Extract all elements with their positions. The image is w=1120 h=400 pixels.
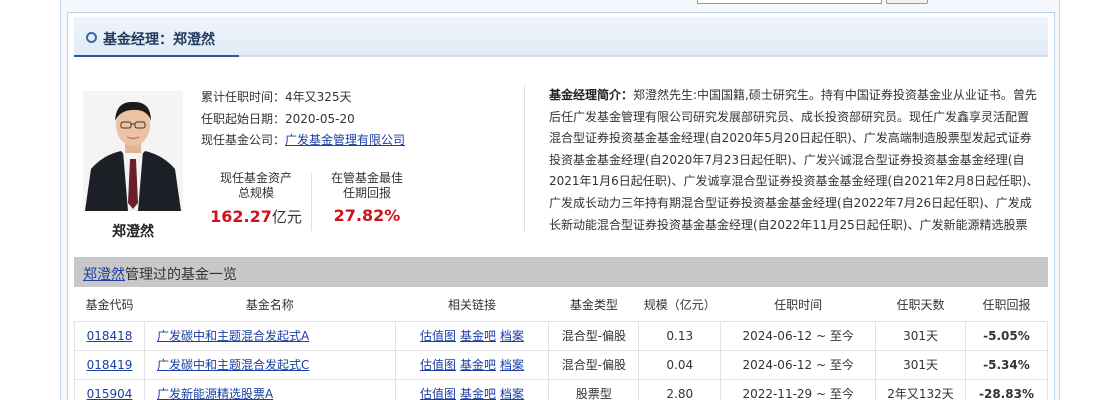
fund-days-cell: 301天 [875,320,966,351]
fund-forum-link[interactable]: 基金吧 [460,358,496,372]
search-input[interactable] [697,0,882,4]
start-date-line: 任职起始日期：2020-05-20 [201,110,355,127]
total-assets-unit: 亿元 [271,208,302,226]
manager-photo [83,91,183,211]
fund-code-cell: 015904 [74,378,145,400]
col-header-type: 基金类型 [548,289,639,322]
fund-links-cell: 估值图 基金吧 档案 [394,378,550,400]
company-link[interactable]: 广发基金管理有限公司 [285,133,405,147]
panel-header: 基金经理：郑澄然 [74,17,1048,57]
fund-name-cell: 广发新能源精选股票A [143,378,396,400]
fund-links-cell: 估值图 基金吧 档案 [394,349,550,380]
col-header-days: 任职天数 [875,289,966,322]
col-header-period: 任职时间 [720,289,876,322]
fund-days-cell: 301天 [875,349,966,380]
fund-archive-link[interactable]: 档案 [500,329,524,343]
fund-period-cell: 2024-06-12 ~ 至今 [720,349,877,380]
col-header-return: 任职回报 [965,289,1048,322]
circle-bullet-icon [86,32,97,43]
fund-type-cell: 股票型 [548,378,640,400]
fund-list-title: 郑澄然管理过的基金一览 [83,264,237,284]
valuation-chart-link[interactable]: 估值图 [420,329,456,343]
fund-size-cell: 0.04 [638,349,722,380]
fund-period-cell: 2024-06-12 ~ 至今 [720,320,877,351]
best-return-label-2: 任期回报 [342,186,391,200]
col-header-links: 相关链接 [395,289,549,322]
fund-name-link[interactable]: 广发新能源精选股票A [157,387,273,400]
manager-name: 郑澄然 [112,224,154,240]
best-return-value: 27.82% [333,206,401,225]
fund-archive-link[interactable]: 档案 [500,358,524,372]
fund-name-link[interactable]: 广发碳中和主题混合发起式C [157,358,309,372]
start-date-value: 2020-05-20 [285,112,355,126]
tenure-label: 累计任职时间： [201,90,286,104]
valuation-chart-link[interactable]: 估值图 [420,387,456,400]
fund-return-cell: -28.83% [964,378,1049,400]
fund-code-link[interactable]: 018419 [87,358,133,372]
total-assets-value-wrap: 162.27亿元 [201,206,311,227]
col-header-name: 基金名称 [144,289,396,322]
total-assets-label-2: 总规模 [237,186,274,200]
fund-table: 基金代码 基金名称 相关链接 基金类型 规模（亿元） 任职时间 任职天数 任职回… [74,289,1049,400]
manager-panel: 基金经理：郑澄然 郑澄然 累计任职时间：4年又325天 任职起始日期：2020-… [67,12,1055,400]
fund-code-cell: 018418 [74,320,145,351]
company-label: 现任基金公司： [201,133,286,147]
table-row: 018418 广发碳中和主题混合发起式A 估值图 基金吧 档案 混合型-偏股 0.1… [74,320,1049,351]
fund-return-cell: -5.05% [964,320,1049,351]
fund-size-cell: 0.13 [638,320,722,351]
fund-code-link[interactable]: 018418 [87,329,133,343]
total-assets-label-1: 现任基金资产 [219,171,292,185]
fund-type-cell: 混合型-偏股 [548,349,640,380]
manager-portrait-icon [83,91,183,211]
valuation-chart-link[interactable]: 估值图 [420,358,456,372]
col-header-size: 规模（亿元） [638,289,721,322]
fund-period-cell: 2022-11-29 ~ 至今 [720,378,877,400]
fund-name-cell: 广发碳中和主题混合发起式C [143,349,396,380]
table-header-row: 基金代码 基金名称 相关链接 基金类型 规模（亿元） 任职时间 任职天数 任职回… [74,289,1048,322]
fund-list-title-rest: 管理过的基金一览 [125,267,237,283]
fund-code-cell: 018419 [74,349,145,380]
fund-code-link[interactable]: 015904 [87,387,133,400]
search-button[interactable] [886,0,928,4]
fund-name-cell: 广发碳中和主题混合发起式A [143,320,396,351]
vertical-divider [524,85,525,231]
manager-bio: 基金经理简介：郑澄然先生:中国国籍,硕士研究生。持有中国证券投资基金业从业证书。… [549,85,1039,235]
fund-forum-link[interactable]: 基金吧 [460,387,496,400]
start-date-label: 任职起始日期： [201,112,286,126]
total-assets-stat: 现任基金资产 总规模 162.27亿元 [201,171,311,227]
fund-type-cell: 混合型-偏股 [548,320,640,351]
bio-label: 基金经理简介： [549,88,634,102]
best-return-stat: 在管基金最佳 任期回报 27.82% [312,171,422,225]
tenure-value: 4年又325天 [285,90,352,104]
fund-return-cell: -5.34% [964,349,1049,380]
fund-links-cell: 估值图 基金吧 档案 [394,320,550,351]
best-return-label-1: 在管基金最佳 [330,171,403,185]
fund-forum-link[interactable]: 基金吧 [460,329,496,343]
bio-text: 郑澄然先生:中国国籍,硕士研究生。持有中国证券投资基金业从业证书。曾先后任广发基… [549,88,1039,232]
fund-list-header: 郑澄然管理过的基金一览 [74,257,1048,287]
tenure-line: 累计任职时间：4年又325天 [201,88,352,105]
table-row: 015904 广发新能源精选股票A 估值图 基金吧 档案 股票型 2.80 2022… [74,378,1049,400]
total-assets-value: 162.27 [210,207,272,226]
panel-title: 基金经理：郑澄然 [103,32,215,48]
fund-size-cell: 2.80 [638,378,722,400]
fund-archive-link[interactable]: 档案 [500,387,524,400]
manager-name-link[interactable]: 郑澄然 [83,267,125,283]
header-accent-line [74,55,239,57]
fund-days-cell: 2年又132天 [875,378,966,400]
table-row: 018419 广发碳中和主题混合发起式C 估值图 基金吧 档案 混合型-偏股 0.0… [74,349,1049,380]
col-header-code: 基金代码 [74,289,145,322]
company-line: 现任基金公司：广发基金管理有限公司 [201,131,405,148]
fund-name-link[interactable]: 广发碳中和主题混合发起式A [157,329,309,343]
